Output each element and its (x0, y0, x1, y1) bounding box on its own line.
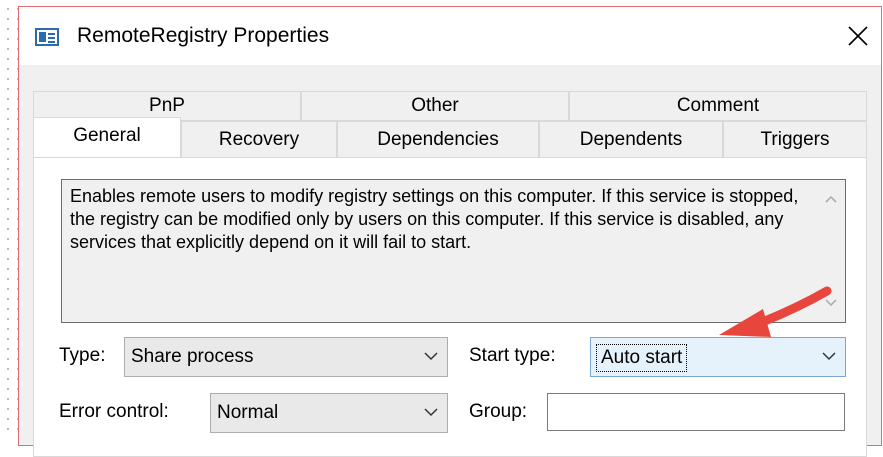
tab-comment[interactable]: Comment (569, 91, 867, 121)
tab-general[interactable]: General (33, 117, 181, 157)
scroll-up-icon[interactable] (824, 194, 838, 204)
start-type-label: Start type: (469, 345, 556, 366)
title-bar: RemoteRegistry Properties (19, 7, 881, 65)
error-control-select[interactable]: Normal (210, 393, 448, 433)
type-label: Type: (59, 345, 106, 366)
chevron-down-icon (424, 408, 438, 417)
group-label: Group: (469, 401, 528, 422)
start-type-select[interactable]: Auto start (590, 337, 846, 377)
type-select[interactable]: Share process (124, 337, 448, 377)
service-description: Enables remote users to modify registry … (70, 186, 799, 252)
window-title: RemoteRegistry Properties (77, 24, 330, 47)
error-control-value: Normal (217, 402, 279, 423)
close-button[interactable] (835, 7, 881, 65)
close-icon (848, 26, 868, 46)
group-input[interactable] (547, 393, 845, 431)
type-value: Share process (131, 346, 254, 367)
tab-dependencies[interactable]: Dependencies (337, 121, 539, 159)
tab-recovery[interactable]: Recovery (181, 121, 337, 159)
tab-other[interactable]: Other (301, 91, 569, 121)
start-type-value: Auto start (595, 344, 688, 372)
chevron-down-icon (822, 352, 836, 361)
service-properties-icon (35, 28, 59, 46)
tab-triggers[interactable]: Triggers (723, 121, 867, 159)
annotation-arrow-icon (719, 286, 832, 337)
properties-dialog: RemoteRegistry Properties PnP Other Comm… (18, 6, 882, 457)
chevron-down-icon (424, 352, 438, 361)
tab-dependents[interactable]: Dependents (539, 121, 723, 159)
error-control-label: Error control: (59, 401, 169, 422)
